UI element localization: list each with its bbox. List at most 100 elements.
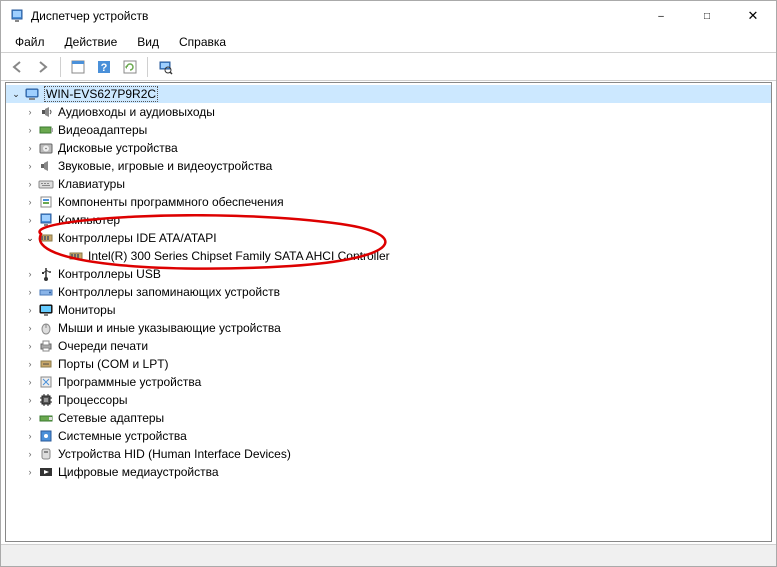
tree-category-mouse[interactable]: › Мыши и иные указывающие устройства xyxy=(6,319,771,337)
category-label: Дисковые устройства xyxy=(58,141,178,155)
category-label: Системные устройства xyxy=(58,429,187,443)
refresh-button[interactable] xyxy=(118,55,142,79)
help-button[interactable] xyxy=(92,55,116,79)
expand-arrow-icon[interactable]: › xyxy=(24,466,36,478)
category-label: Устройства HID (Human Interface Devices) xyxy=(58,447,291,461)
root-label: WIN-EVS627P9R2C xyxy=(44,86,158,102)
sata-icon xyxy=(68,248,84,264)
category-label: Компоненты программного обеспечения xyxy=(58,195,284,209)
forward-button[interactable] xyxy=(31,55,55,79)
computer-icon xyxy=(38,212,54,228)
tree-category-sound[interactable]: › Звуковые, игровые и видеоустройства xyxy=(6,157,771,175)
tree-category-cpu[interactable]: › Процессоры xyxy=(6,391,771,409)
expand-arrow-icon[interactable]: › xyxy=(24,196,36,208)
tree-category-progdev[interactable]: › Программные устройства xyxy=(6,373,771,391)
category-label: Очереди печати xyxy=(58,339,148,353)
expand-arrow-icon[interactable]: › xyxy=(24,412,36,424)
expand-arrow-icon[interactable]: › xyxy=(24,430,36,442)
expand-arrow-icon[interactable]: › xyxy=(24,340,36,352)
minimize-button[interactable]: – xyxy=(638,1,684,31)
menu-file[interactable]: Файл xyxy=(5,33,55,51)
maximize-button[interactable]: □ xyxy=(684,1,730,31)
category-label: Мыши и иные указывающие устройства xyxy=(58,321,281,335)
tree-category-storage[interactable]: ›Контроллеры запоминающих устройств xyxy=(6,283,771,301)
expand-arrow-icon[interactable]: › xyxy=(24,214,36,226)
window-title: Диспетчер устройств xyxy=(31,9,638,23)
collapse-arrow-icon[interactable]: ⌄ xyxy=(10,88,22,100)
storage-icon xyxy=(38,284,54,300)
category-label: Порты (COM и LPT) xyxy=(58,357,169,371)
tree-category-media[interactable]: › Цифровые медиаустройства xyxy=(6,463,771,481)
progdev-icon xyxy=(38,374,54,390)
menu-help[interactable]: Справка xyxy=(169,33,236,51)
ports-icon xyxy=(38,356,54,372)
expand-arrow-icon[interactable]: › xyxy=(24,124,36,136)
tree-category-print[interactable]: › Очереди печати xyxy=(6,337,771,355)
tree-category-audio[interactable]: › Аудиовходы и аудиовыходы xyxy=(6,103,771,121)
menu-view[interactable]: Вид xyxy=(127,33,169,51)
category-label: Цифровые медиаустройства xyxy=(58,465,219,479)
category-label: Клавиатуры xyxy=(58,177,125,191)
expand-arrow-icon[interactable]: › xyxy=(24,286,36,298)
expand-arrow-icon[interactable]: › xyxy=(24,322,36,334)
expand-arrow-icon[interactable]: › xyxy=(24,376,36,388)
menu-action[interactable]: Действие xyxy=(55,33,128,51)
category-label: Мониторы xyxy=(58,303,115,317)
properties-button[interactable] xyxy=(66,55,90,79)
network-icon xyxy=(38,410,54,426)
media-icon xyxy=(38,464,54,480)
toolbar xyxy=(1,53,776,81)
category-label: Аудиовходы и аудиовыходы xyxy=(58,105,215,119)
sound-icon xyxy=(38,158,54,174)
tree-category-computer[interactable]: › Компьютер xyxy=(6,211,771,229)
close-button[interactable]: ✕ xyxy=(730,1,776,31)
category-label: Звуковые, игровые и видеоустройства xyxy=(58,159,272,173)
expand-arrow-icon[interactable] xyxy=(54,250,66,262)
expand-arrow-icon[interactable]: › xyxy=(24,106,36,118)
device-tree-pane: ⌄ WIN-EVS627P9R2C › Аудиовходы и аудиовыход… xyxy=(5,82,772,542)
category-label: Программные устройства xyxy=(58,375,201,389)
tree-device-sata[interactable]: Intel(R) 300 Series Chipset Family SATA … xyxy=(6,247,771,265)
ide-icon xyxy=(38,230,54,246)
tree-root[interactable]: ⌄ WIN-EVS627P9R2C xyxy=(6,85,771,103)
expand-arrow-icon[interactable]: › xyxy=(24,394,36,406)
usb-icon xyxy=(38,266,54,282)
tree-category-ide[interactable]: ⌄ Контроллеры IDE ATA/ATAPI xyxy=(6,229,771,247)
title-bar: Диспетчер устройств – □ ✕ xyxy=(1,1,776,31)
device-label: Intel(R) 300 Series Chipset Family SATA … xyxy=(88,249,390,263)
expand-arrow-icon[interactable]: › xyxy=(24,358,36,370)
expand-arrow-icon[interactable]: › xyxy=(24,178,36,190)
toolbar-separator xyxy=(60,57,61,77)
keyboard-icon xyxy=(38,176,54,192)
category-label: Контроллеры IDE ATA/ATAPI xyxy=(58,231,217,245)
back-button[interactable] xyxy=(5,55,29,79)
tree-category-video[interactable]: ›Видеоадаптеры xyxy=(6,121,771,139)
tree-category-ports[interactable]: › Порты (COM и LPT) xyxy=(6,355,771,373)
tree-category-system[interactable]: › Системные устройства xyxy=(6,427,771,445)
category-label: Компьютер xyxy=(58,213,120,227)
menu-bar: Файл Действие Вид Справка xyxy=(1,31,776,53)
scan-hardware-button[interactable] xyxy=(153,55,177,79)
tree-category-usb[interactable]: ›Контроллеры USB xyxy=(6,265,771,283)
expand-arrow-icon[interactable]: › xyxy=(24,142,36,154)
category-label: Сетевые адаптеры xyxy=(58,411,164,425)
toolbar-separator xyxy=(147,57,148,77)
computer-icon xyxy=(24,86,40,102)
tree-category-software[interactable]: › Компоненты программного обеспечения xyxy=(6,193,771,211)
category-label: Процессоры xyxy=(58,393,128,407)
expand-arrow-icon[interactable]: › xyxy=(24,268,36,280)
app-icon xyxy=(9,8,25,24)
hid-icon xyxy=(38,446,54,462)
expand-arrow-icon[interactable]: › xyxy=(24,304,36,316)
expand-arrow-icon[interactable]: › xyxy=(24,448,36,460)
tree-category-disk[interactable]: › Дисковые устройства xyxy=(6,139,771,157)
collapse-arrow-icon[interactable]: ⌄ xyxy=(24,232,36,244)
system-icon xyxy=(38,428,54,444)
tree-category-keyboard[interactable]: › Клавиатуры xyxy=(6,175,771,193)
expand-arrow-icon[interactable]: › xyxy=(24,160,36,172)
tree-category-monitor[interactable]: › Мониторы xyxy=(6,301,771,319)
tree-category-hid[interactable]: › Устройства HID (Human Interface Devices… xyxy=(6,445,771,463)
tree-category-network[interactable]: › Сетевые адаптеры xyxy=(6,409,771,427)
disk-icon xyxy=(38,140,54,156)
mouse-icon xyxy=(38,320,54,336)
